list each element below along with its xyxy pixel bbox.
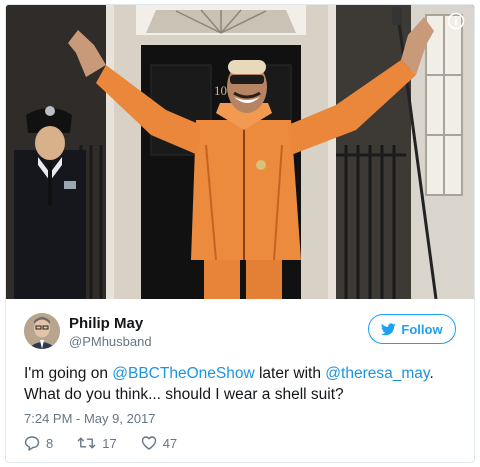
heart-icon	[141, 436, 156, 450]
like-action[interactable]: 47	[141, 435, 177, 451]
mention-bbctheoneshow[interactable]: @BBCTheOneShow	[112, 365, 254, 382]
twitter-bird-icon	[381, 322, 397, 335]
retweet-action[interactable]: 17	[77, 435, 117, 451]
tweet-author: Philip May @PMhusband Follow	[24, 313, 456, 353]
photo-scene: 10	[6, 5, 474, 299]
reply-action[interactable]: 8	[24, 435, 53, 451]
tweet-text-part2: later with	[254, 365, 326, 382]
info-icon[interactable]	[447, 12, 465, 30]
tweet-text: I'm going on @BBCTheOneShow later with @…	[24, 363, 464, 405]
like-count: 47	[162, 435, 178, 451]
reply-count: 8	[46, 435, 54, 451]
door-number: 10	[214, 83, 227, 98]
retweet-count: 17	[102, 435, 117, 451]
author-handle[interactable]: @PMhusband	[69, 334, 152, 349]
avatar[interactable]	[24, 313, 60, 349]
reply-icon	[24, 436, 40, 451]
tweet-text-part3: .	[429, 365, 434, 382]
tweet-text-line2: What do you think... should I wear a she…	[24, 386, 344, 403]
tweet-card: 10 Philip May @PMhusband Follow I'm goin…	[5, 4, 475, 463]
tweet-photo[interactable]: 10	[6, 5, 474, 299]
author-name[interactable]: Philip May	[69, 315, 143, 332]
tweet-timestamp[interactable]: 7:24 PM - May 9, 2017	[24, 411, 156, 426]
follow-label: Follow	[401, 321, 443, 337]
mention-theresa-may[interactable]: @theresa_may	[325, 365, 429, 382]
tweet-actions: 8 17 47	[24, 435, 177, 451]
tweet-text-part1: I'm going on	[24, 365, 113, 382]
follow-button[interactable]: Follow	[368, 314, 456, 344]
retweet-icon	[77, 437, 96, 449]
